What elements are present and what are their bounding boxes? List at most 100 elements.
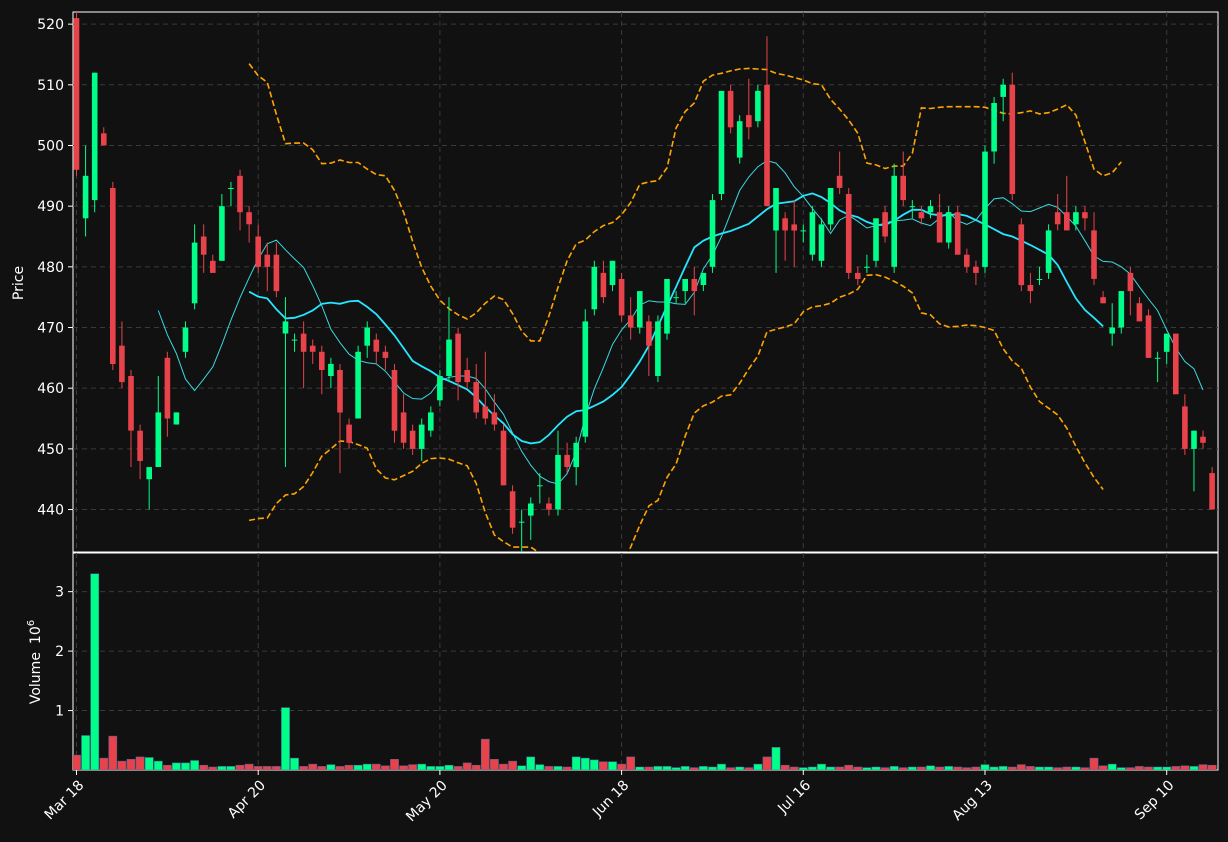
candle-body <box>146 467 152 480</box>
volume-bar <box>735 766 745 770</box>
candle-body <box>500 430 507 486</box>
price-panel-frame <box>72 11 1219 553</box>
candle-body <box>954 212 961 255</box>
candle-body <box>237 175 243 213</box>
candle-body <box>936 212 943 243</box>
candle-body <box>618 279 625 316</box>
volume-bar <box>135 756 145 770</box>
volume-bar <box>971 766 981 770</box>
volume-bar <box>362 763 372 770</box>
volume-bar <box>426 766 436 770</box>
volume-bar <box>762 756 772 770</box>
candle-body <box>91 72 98 201</box>
candle-body <box>709 200 716 267</box>
candle-body <box>1200 436 1206 443</box>
volume-bar <box>1116 767 1126 770</box>
volume-bar <box>780 764 790 770</box>
volume-bar <box>1144 766 1153 770</box>
candle-body <box>319 351 325 370</box>
lower-band-line <box>248 273 1104 552</box>
volume-bar <box>1207 764 1217 770</box>
volume-bar <box>998 766 1008 770</box>
candle-body <box>291 339 298 341</box>
axis-layer: 440 450 460 470 480 490 500 510 520 1 2 3 Mar 18 Apr … <box>37 17 1177 825</box>
volume-bar <box>253 766 263 770</box>
candle-body <box>409 430 416 449</box>
candle-body <box>582 321 589 437</box>
candle-body <box>973 266 979 273</box>
volume-bar <box>789 766 799 770</box>
volume-bar <box>835 766 844 770</box>
candle-body <box>627 315 634 328</box>
volume-bar <box>1098 765 1108 770</box>
candle-body <box>773 188 779 231</box>
candle-body <box>673 297 679 299</box>
candle-body <box>882 212 888 237</box>
band-layer <box>248 63 1122 552</box>
candle-body <box>555 454 561 510</box>
volume-bar <box>1080 767 1090 770</box>
candle-body <box>1127 272 1134 292</box>
volume-panel-frame <box>72 552 1219 771</box>
candle-body <box>927 206 934 213</box>
volume-bar <box>144 757 154 770</box>
candle-body <box>155 412 162 467</box>
candle-body <box>800 230 807 232</box>
price-tick-label: 450 <box>37 442 64 458</box>
candle-body <box>836 175 843 188</box>
candle-body <box>364 327 370 346</box>
candle-body <box>1054 212 1061 225</box>
candle-body <box>727 90 734 128</box>
volume-bar <box>1016 764 1026 770</box>
volume-layer <box>73 573 1217 770</box>
volume-bar <box>399 765 408 770</box>
volume-bar <box>880 767 890 770</box>
volume-bar <box>262 766 272 770</box>
candle-body <box>564 454 570 467</box>
candle-body <box>600 272 607 298</box>
candle-body <box>755 90 761 122</box>
candle-body <box>219 206 225 261</box>
volume-tick-label: 3 <box>55 585 64 601</box>
candle-body <box>736 121 743 158</box>
candle-body <box>282 321 289 334</box>
volume-bar <box>299 766 308 770</box>
volume-bar <box>1089 757 1099 770</box>
candle-body <box>437 376 443 401</box>
price-tick-label: 440 <box>37 503 64 519</box>
candle-body <box>1191 430 1197 449</box>
candle-body <box>328 363 334 376</box>
volume-bar <box>1162 766 1172 770</box>
candle-body <box>182 327 189 352</box>
volume-bar <box>435 766 445 770</box>
volume-bar <box>99 757 109 770</box>
candle-body <box>82 175 89 219</box>
volume-bar <box>953 766 963 770</box>
volume-bar <box>1135 766 1144 770</box>
candle-body <box>1163 333 1170 352</box>
volume-bar <box>726 767 735 770</box>
volume-bar <box>817 763 826 770</box>
candle-body <box>137 430 143 461</box>
candle-body <box>1145 315 1152 358</box>
volume-bar <box>962 767 972 770</box>
candle-body <box>528 503 534 516</box>
x-tick-label: May 20 <box>403 778 451 826</box>
volume-bar <box>1062 766 1072 770</box>
volume-bar <box>153 760 163 770</box>
candle-body <box>110 188 116 364</box>
candle-body <box>637 291 643 328</box>
volume-tick-label: 1 <box>55 704 64 720</box>
candle-body <box>73 18 80 170</box>
candle-body <box>827 188 834 225</box>
candle-body <box>191 242 198 304</box>
candle-body <box>228 188 234 189</box>
x-tick-label: Aug 13 <box>949 778 995 824</box>
candle-body <box>1009 84 1016 194</box>
candle-body <box>591 266 598 310</box>
candle-body <box>1109 327 1115 334</box>
volume-bar <box>599 761 608 770</box>
candle-body <box>1073 212 1079 225</box>
volume-bar <box>163 764 172 770</box>
volume-bar <box>980 764 990 770</box>
